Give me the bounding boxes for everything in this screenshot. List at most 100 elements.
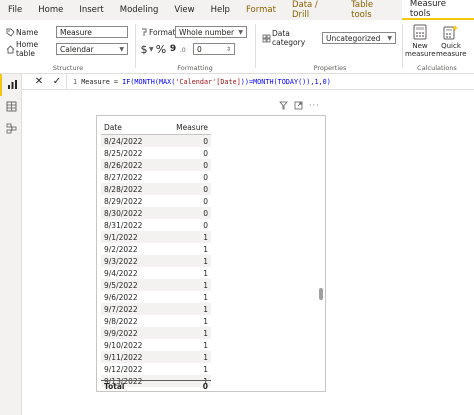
formatting-group: Format Whole number ▼ $ ▼ % 9 .0 0 ⇕ For… — [139, 22, 251, 72]
decimal-places-icon: .0 — [179, 45, 191, 54]
cell-date: 9/2/2022 — [104, 244, 138, 254]
cell-date: 9/11/2022 — [104, 352, 143, 362]
filter-icon[interactable] — [279, 101, 288, 112]
quick-measure-label: Quick measure — [436, 42, 467, 58]
table-row: 9/8/2022 1 — [101, 315, 211, 327]
data-category-icon — [260, 34, 272, 43]
table-row: 9/9/2022 1 — [101, 327, 211, 339]
ribbon-divider — [402, 24, 403, 68]
more-options-icon[interactable]: ··· — [309, 101, 320, 112]
tab-table-tools[interactable]: Table tools — [343, 0, 402, 20]
focus-mode-icon[interactable] — [294, 101, 303, 112]
tab-view[interactable]: View — [166, 0, 202, 20]
cell-measure: 0 — [203, 184, 208, 194]
stepper-icon[interactable]: ⇕ — [226, 46, 231, 53]
data-category-select[interactable]: Uncategorized ▼ — [322, 32, 396, 44]
cell-measure: 0 — [203, 172, 208, 182]
table-row: 8/30/2022 0 — [101, 207, 211, 219]
quick-measure-button[interactable]: Quick measure — [436, 24, 467, 58]
home-table-select[interactable]: Calendar ▼ — [56, 43, 128, 55]
commit-formula-button[interactable]: ✓ — [48, 74, 66, 90]
data-table: Date Measure 8/24/2022 0 8/25/2022 0 8/26/… — [101, 120, 211, 387]
tab-measure-tools[interactable]: Measure tools — [401, 0, 474, 20]
formatting-group-label: Formatting — [177, 64, 213, 72]
cell-date: 8/31/2022 — [104, 220, 143, 230]
cell-date: 9/4/2022 — [104, 268, 138, 278]
cell-date: 9/8/2022 — [104, 316, 138, 326]
table-row: 9/4/2022 1 — [101, 267, 211, 279]
visual-header: ··· — [279, 101, 320, 112]
ribbon-divider — [135, 24, 136, 68]
cell-measure: 1 — [203, 280, 208, 290]
home-table-label: Home table — [16, 40, 39, 58]
cell-date: 8/25/2022 — [104, 148, 143, 158]
column-header-date[interactable]: Date — [101, 123, 161, 132]
report-view-button[interactable] — [0, 74, 22, 96]
table-row: 9/2/2022 1 — [101, 243, 211, 255]
data-view-button[interactable] — [0, 96, 22, 118]
left-nav — [0, 74, 22, 415]
new-measure-label: New measure — [405, 42, 436, 58]
cell-date: 9/6/2022 — [104, 292, 138, 302]
currency-button[interactable]: $ — [139, 43, 149, 56]
table-row: 9/5/2022 1 — [101, 279, 211, 291]
table-row: 8/27/2022 0 — [101, 171, 211, 183]
cell-date: 9/9/2022 — [104, 328, 138, 338]
vertical-scrollbar[interactable] — [319, 120, 323, 388]
format-icon — [139, 28, 149, 37]
calculations-group-label: Calculations — [417, 64, 457, 72]
formula-function-part: IF(MONTH(MAX( — [122, 77, 176, 86]
formula-measure-name: Measure = — [81, 77, 123, 86]
table-row: 9/12/2022 1 — [101, 363, 211, 375]
cell-date: 9/7/2022 — [104, 304, 138, 314]
total-label: Total — [104, 381, 125, 391]
column-header-measure[interactable]: Measure — [161, 123, 211, 132]
cell-measure: 1 — [203, 244, 208, 254]
cell-measure: 0 — [203, 208, 208, 218]
cell-date: 8/27/2022 — [104, 172, 143, 182]
structure-group-label: Structure — [52, 64, 84, 72]
format-label: Format — [149, 27, 176, 37]
tab-help[interactable]: Help — [203, 0, 238, 20]
cell-date: 8/24/2022 — [104, 136, 143, 146]
name-input[interactable]: Measure — [56, 26, 128, 38]
table-visual[interactable]: Date Measure 8/24/2022 0 8/25/2022 0 8/26/… — [96, 115, 326, 392]
cell-measure: 1 — [203, 292, 208, 302]
cell-date: 9/1/2022 — [104, 232, 138, 242]
table-row: 9/11/2022 1 — [101, 351, 211, 363]
table-row: 8/25/2022 0 — [101, 147, 211, 159]
tab-insert[interactable]: Insert — [71, 0, 111, 20]
calculations-group: New measure Quick measure Calculations — [404, 22, 470, 72]
percent-button[interactable]: % — [155, 43, 167, 56]
table-row: 8/24/2022 0 — [101, 135, 211, 147]
table-row: 9/3/2022 1 — [101, 255, 211, 267]
comma-style-button[interactable]: 9 — [167, 44, 179, 54]
formula-input[interactable]: 1 Measure = IF(MONTH(MAX('Calendar'[Date… — [66, 73, 331, 90]
model-icon — [6, 123, 17, 136]
cell-measure: 1 — [203, 316, 208, 326]
tab-data-drill[interactable]: Data / Drill — [284, 0, 343, 20]
cell-measure: 0 — [203, 220, 208, 230]
tab-file[interactable]: File — [0, 0, 30, 20]
model-view-button[interactable] — [0, 118, 22, 140]
formula-bar: ✕ ✓ 1 Measure = IF(MONTH(MAX('Calendar'[… — [22, 73, 474, 90]
data-category-value: Uncategorized — [326, 33, 381, 43]
cell-measure: 0 — [203, 136, 208, 146]
decimal-places-stepper[interactable]: 0 ⇕ — [193, 43, 235, 55]
new-measure-button[interactable]: New measure — [405, 24, 436, 58]
tab-format[interactable]: Format — [238, 0, 284, 20]
table-row: 9/6/2022 1 — [101, 291, 211, 303]
scrollbar-thumb[interactable] — [319, 288, 323, 300]
ribbon: Name Measure Home table Calendar ▼ Struc… — [0, 20, 474, 74]
cell-date: 8/28/2022 — [104, 184, 143, 194]
tab-modeling[interactable]: Modeling — [112, 0, 167, 20]
table-body: 8/24/2022 0 8/25/2022 0 8/26/2022 0 8/27/20… — [101, 135, 211, 387]
cancel-formula-button[interactable]: ✕ — [30, 74, 48, 90]
cell-date: 9/12/2022 — [104, 364, 143, 374]
cell-measure: 1 — [203, 364, 208, 374]
tab-home[interactable]: Home — [30, 0, 71, 20]
table-row: 8/26/2022 0 — [101, 159, 211, 171]
cell-measure: 1 — [203, 340, 208, 350]
cell-measure: 0 — [203, 160, 208, 170]
format-select[interactable]: Whole number ▼ — [175, 26, 247, 38]
